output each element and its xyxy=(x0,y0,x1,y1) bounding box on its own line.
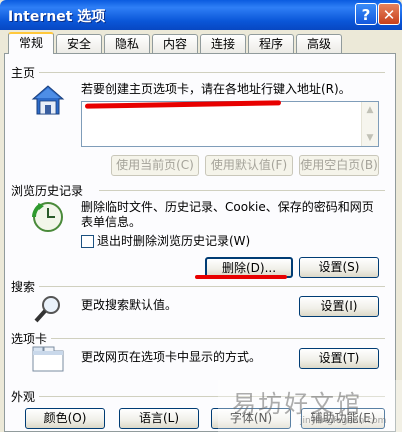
search-separator xyxy=(39,286,385,287)
tab-advanced[interactable]: 高级 xyxy=(296,34,342,53)
history-clock-icon xyxy=(32,202,63,232)
magnifier-icon xyxy=(34,296,60,323)
history-settings-button[interactable]: 设置(S) xyxy=(299,257,379,278)
tab-strip: 常规 安全 隐私 内容 连接 程序 高级 xyxy=(4,32,400,54)
tabs-window-icon xyxy=(32,346,64,372)
annotation-underline xyxy=(195,275,287,279)
use-default-button[interactable]: 使用默认值(F) xyxy=(205,155,293,176)
house-icon xyxy=(31,85,65,115)
use-current-button[interactable]: 使用当前页(C) xyxy=(111,155,199,176)
appearance-group-label: 外观 xyxy=(11,390,36,404)
history-description-line2: 表单信息。 xyxy=(81,215,142,229)
home-description: 若要创建主页选项卡，请在各地址行键入地址(R)。 xyxy=(81,82,351,96)
close-button[interactable]: ✕ xyxy=(378,3,400,25)
tabs-separator xyxy=(51,338,385,339)
search-settings-button[interactable]: 设置(I) xyxy=(299,296,379,317)
tab-content[interactable]: 内容 xyxy=(152,34,198,53)
delete-on-exit-label[interactable]: 退出时删除浏览历史记录(W) xyxy=(97,234,250,249)
scroll-down-icon[interactable]: ▼ xyxy=(362,130,378,146)
tab-connections[interactable]: 连接 xyxy=(200,34,246,53)
tab-privacy[interactable]: 隐私 xyxy=(104,34,150,53)
scroll-up-icon[interactable]: ▲ xyxy=(362,102,378,118)
colors-button[interactable]: 颜色(O) xyxy=(25,408,105,429)
help-button[interactable]: ? xyxy=(355,3,377,25)
tabs-settings-button[interactable]: 设置(T) xyxy=(299,348,379,369)
use-blank-button[interactable]: 使用空白页(B) xyxy=(299,155,379,176)
history-separator xyxy=(99,190,385,191)
window-title: Internet 选项 xyxy=(8,9,106,25)
watermark-text: 易坊好文馆 xyxy=(232,390,362,418)
general-panel: 主页 若要创建主页选项卡，请在各地址行键入地址(R)。 ▲ ▼ 使用当前页(C)… xyxy=(4,53,396,432)
search-group-label: 搜索 xyxy=(11,280,36,294)
delete-on-exit-checkbox[interactable] xyxy=(81,235,94,248)
tab-programs[interactable]: 程序 xyxy=(248,34,294,53)
tab-security[interactable]: 安全 xyxy=(56,34,102,53)
tab-general[interactable]: 常规 xyxy=(8,32,54,54)
tabs-description: 更改网页在选项卡中显示的方式。 xyxy=(81,350,262,364)
home-separator xyxy=(39,72,385,73)
search-description: 更改搜索默认值。 xyxy=(81,298,178,312)
home-group-label: 主页 xyxy=(11,66,36,80)
history-description-line1: 删除临时文件、历史记录、Cookie、保存的密码和网页 xyxy=(81,200,374,214)
languages-button[interactable]: 语言(L) xyxy=(119,408,199,429)
address-scrollbar[interactable]: ▲ ▼ xyxy=(361,102,378,146)
watermark-url: jinyangfaguan.com xyxy=(300,416,387,426)
history-group-label: 浏览历史记录 xyxy=(11,184,84,198)
title-bar: Internet 选项 ? ✕ xyxy=(0,0,402,30)
